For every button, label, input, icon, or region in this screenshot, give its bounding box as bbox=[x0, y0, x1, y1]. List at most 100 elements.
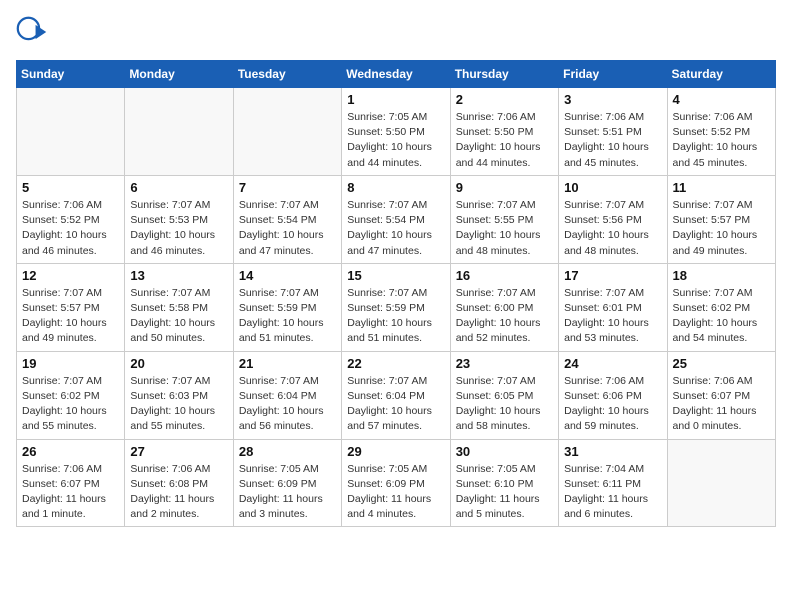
calendar-table: SundayMondayTuesdayWednesdayThursdayFrid… bbox=[16, 60, 776, 527]
calendar-cell: 5 Sunrise: 7:06 AM Sunset: 5:52 PM Daylig… bbox=[17, 175, 125, 263]
calendar-cell: 23 Sunrise: 7:07 AM Sunset: 6:05 PM Dayli… bbox=[450, 351, 558, 439]
day-number: 15 bbox=[347, 268, 444, 283]
calendar-cell bbox=[125, 88, 233, 176]
calendar-cell: 24 Sunrise: 7:06 AM Sunset: 6:06 PM Dayli… bbox=[559, 351, 667, 439]
day-number: 26 bbox=[22, 444, 119, 459]
day-info: Sunrise: 7:05 AM Sunset: 6:10 PM Dayligh… bbox=[456, 462, 553, 523]
day-number: 30 bbox=[456, 444, 553, 459]
day-number: 10 bbox=[564, 180, 661, 195]
week-row-5: 26 Sunrise: 7:06 AM Sunset: 6:07 PM Dayli… bbox=[17, 439, 776, 527]
calendar-cell: 28Sunrise: 7:05 AM Sunset: 6:09 PM Dayli… bbox=[233, 439, 341, 527]
day-info: Sunrise: 7:07 AM Sunset: 6:05 PM Dayligh… bbox=[456, 374, 553, 435]
day-header-friday: Friday bbox=[559, 61, 667, 88]
calendar-cell: 29Sunrise: 7:05 AM Sunset: 6:09 PM Dayli… bbox=[342, 439, 450, 527]
calendar-cell: 14 Sunrise: 7:07 AM Sunset: 5:59 PM Dayli… bbox=[233, 263, 341, 351]
day-number: 25 bbox=[673, 356, 770, 371]
day-info: Sunrise: 7:06 AM Sunset: 6:06 PM Dayligh… bbox=[564, 374, 661, 435]
day-number: 11 bbox=[673, 180, 770, 195]
calendar-cell: 26 Sunrise: 7:06 AM Sunset: 6:07 PM Dayli… bbox=[17, 439, 125, 527]
calendar-cell: 20 Sunrise: 7:07 AM Sunset: 6:03 PM Dayli… bbox=[125, 351, 233, 439]
day-number: 9 bbox=[456, 180, 553, 195]
logo bbox=[16, 16, 52, 48]
day-number: 27 bbox=[130, 444, 227, 459]
day-info: Sunrise: 7:05 AM Sunset: 6:09 PM Dayligh… bbox=[347, 462, 444, 523]
calendar-cell: 21 Sunrise: 7:07 AM Sunset: 6:04 PM Dayli… bbox=[233, 351, 341, 439]
day-info: Sunrise: 7:06 AM Sunset: 5:50 PM Dayligh… bbox=[456, 110, 553, 171]
calendar-cell: 2 Sunrise: 7:06 AM Sunset: 5:50 PM Daylig… bbox=[450, 88, 558, 176]
day-header-monday: Monday bbox=[125, 61, 233, 88]
day-number: 8 bbox=[347, 180, 444, 195]
day-number: 21 bbox=[239, 356, 336, 371]
calendar-cell: 19 Sunrise: 7:07 AM Sunset: 6:02 PM Dayli… bbox=[17, 351, 125, 439]
day-info: Sunrise: 7:07 AM Sunset: 6:02 PM Dayligh… bbox=[22, 374, 119, 435]
day-info: Sunrise: 7:07 AM Sunset: 5:54 PM Dayligh… bbox=[347, 198, 444, 259]
day-info: Sunrise: 7:06 AM Sunset: 5:52 PM Dayligh… bbox=[673, 110, 770, 171]
calendar-cell: 27 Sunrise: 7:06 AM Sunset: 6:08 PM Dayli… bbox=[125, 439, 233, 527]
day-number: 7 bbox=[239, 180, 336, 195]
day-number: 2 bbox=[456, 92, 553, 107]
day-info: Sunrise: 7:06 AM Sunset: 6:07 PM Dayligh… bbox=[22, 462, 119, 523]
week-row-1: 1Sunrise: 7:05 AM Sunset: 5:50 PM Daylig… bbox=[17, 88, 776, 176]
day-number: 17 bbox=[564, 268, 661, 283]
logo-icon bbox=[16, 16, 48, 48]
day-info: Sunrise: 7:05 AM Sunset: 6:09 PM Dayligh… bbox=[239, 462, 336, 523]
calendar-cell: 12 Sunrise: 7:07 AM Sunset: 5:57 PM Dayli… bbox=[17, 263, 125, 351]
calendar-cell bbox=[667, 439, 775, 527]
day-info: Sunrise: 7:07 AM Sunset: 6:03 PM Dayligh… bbox=[130, 374, 227, 435]
calendar-cell: 4 Sunrise: 7:06 AM Sunset: 5:52 PM Daylig… bbox=[667, 88, 775, 176]
calendar-cell: 31 Sunrise: 7:04 AM Sunset: 6:11 PM Dayli… bbox=[559, 439, 667, 527]
calendar-cell: 10 Sunrise: 7:07 AM Sunset: 5:56 PM Dayli… bbox=[559, 175, 667, 263]
day-header-wednesday: Wednesday bbox=[342, 61, 450, 88]
day-info: Sunrise: 7:06 AM Sunset: 5:51 PM Dayligh… bbox=[564, 110, 661, 171]
calendar-cell: 9Sunrise: 7:07 AM Sunset: 5:55 PM Daylig… bbox=[450, 175, 558, 263]
day-number: 22 bbox=[347, 356, 444, 371]
day-number: 6 bbox=[130, 180, 227, 195]
calendar-cell: 6 Sunrise: 7:07 AM Sunset: 5:53 PM Daylig… bbox=[125, 175, 233, 263]
day-number: 13 bbox=[130, 268, 227, 283]
day-number: 20 bbox=[130, 356, 227, 371]
day-info: Sunrise: 7:07 AM Sunset: 6:02 PM Dayligh… bbox=[673, 286, 770, 347]
day-info: Sunrise: 7:07 AM Sunset: 6:04 PM Dayligh… bbox=[239, 374, 336, 435]
day-number: 14 bbox=[239, 268, 336, 283]
calendar-cell: 8 Sunrise: 7:07 AM Sunset: 5:54 PM Daylig… bbox=[342, 175, 450, 263]
day-number: 31 bbox=[564, 444, 661, 459]
calendar-cell: 18 Sunrise: 7:07 AM Sunset: 6:02 PM Dayli… bbox=[667, 263, 775, 351]
day-info: Sunrise: 7:07 AM Sunset: 6:04 PM Dayligh… bbox=[347, 374, 444, 435]
day-number: 18 bbox=[673, 268, 770, 283]
day-header-saturday: Saturday bbox=[667, 61, 775, 88]
week-row-2: 5 Sunrise: 7:06 AM Sunset: 5:52 PM Daylig… bbox=[17, 175, 776, 263]
day-number: 4 bbox=[673, 92, 770, 107]
day-info: Sunrise: 7:06 AM Sunset: 6:08 PM Dayligh… bbox=[130, 462, 227, 523]
day-info: Sunrise: 7:07 AM Sunset: 5:54 PM Dayligh… bbox=[239, 198, 336, 259]
day-number: 5 bbox=[22, 180, 119, 195]
day-info: Sunrise: 7:04 AM Sunset: 6:11 PM Dayligh… bbox=[564, 462, 661, 523]
day-info: Sunrise: 7:07 AM Sunset: 5:57 PM Dayligh… bbox=[22, 286, 119, 347]
day-info: Sunrise: 7:07 AM Sunset: 6:01 PM Dayligh… bbox=[564, 286, 661, 347]
day-number: 3 bbox=[564, 92, 661, 107]
day-info: Sunrise: 7:07 AM Sunset: 5:56 PM Dayligh… bbox=[564, 198, 661, 259]
calendar-cell: 3 Sunrise: 7:06 AM Sunset: 5:51 PM Daylig… bbox=[559, 88, 667, 176]
day-number: 12 bbox=[22, 268, 119, 283]
day-info: Sunrise: 7:07 AM Sunset: 6:00 PM Dayligh… bbox=[456, 286, 553, 347]
day-info: Sunrise: 7:07 AM Sunset: 5:53 PM Dayligh… bbox=[130, 198, 227, 259]
calendar-cell: 1Sunrise: 7:05 AM Sunset: 5:50 PM Daylig… bbox=[342, 88, 450, 176]
day-number: 19 bbox=[22, 356, 119, 371]
calendar-cell: 16 Sunrise: 7:07 AM Sunset: 6:00 PM Dayli… bbox=[450, 263, 558, 351]
day-info: Sunrise: 7:07 AM Sunset: 5:59 PM Dayligh… bbox=[239, 286, 336, 347]
day-info: Sunrise: 7:06 AM Sunset: 6:07 PM Dayligh… bbox=[673, 374, 770, 435]
day-header-sunday: Sunday bbox=[17, 61, 125, 88]
calendar-cell: 30 Sunrise: 7:05 AM Sunset: 6:10 PM Dayli… bbox=[450, 439, 558, 527]
page-header bbox=[16, 16, 776, 48]
day-number: 23 bbox=[456, 356, 553, 371]
day-info: Sunrise: 7:07 AM Sunset: 5:59 PM Dayligh… bbox=[347, 286, 444, 347]
day-number: 16 bbox=[456, 268, 553, 283]
calendar-cell bbox=[17, 88, 125, 176]
calendar-cell: 11Sunrise: 7:07 AM Sunset: 5:57 PM Dayli… bbox=[667, 175, 775, 263]
calendar-cell: 17 Sunrise: 7:07 AM Sunset: 6:01 PM Dayli… bbox=[559, 263, 667, 351]
calendar-cell: 25 Sunrise: 7:06 AM Sunset: 6:07 PM Dayli… bbox=[667, 351, 775, 439]
calendar-cell: 15 Sunrise: 7:07 AM Sunset: 5:59 PM Dayli… bbox=[342, 263, 450, 351]
day-info: Sunrise: 7:07 AM Sunset: 5:58 PM Dayligh… bbox=[130, 286, 227, 347]
calendar-cell: 13 Sunrise: 7:07 AM Sunset: 5:58 PM Dayli… bbox=[125, 263, 233, 351]
day-number: 24 bbox=[564, 356, 661, 371]
day-info: Sunrise: 7:06 AM Sunset: 5:52 PM Dayligh… bbox=[22, 198, 119, 259]
